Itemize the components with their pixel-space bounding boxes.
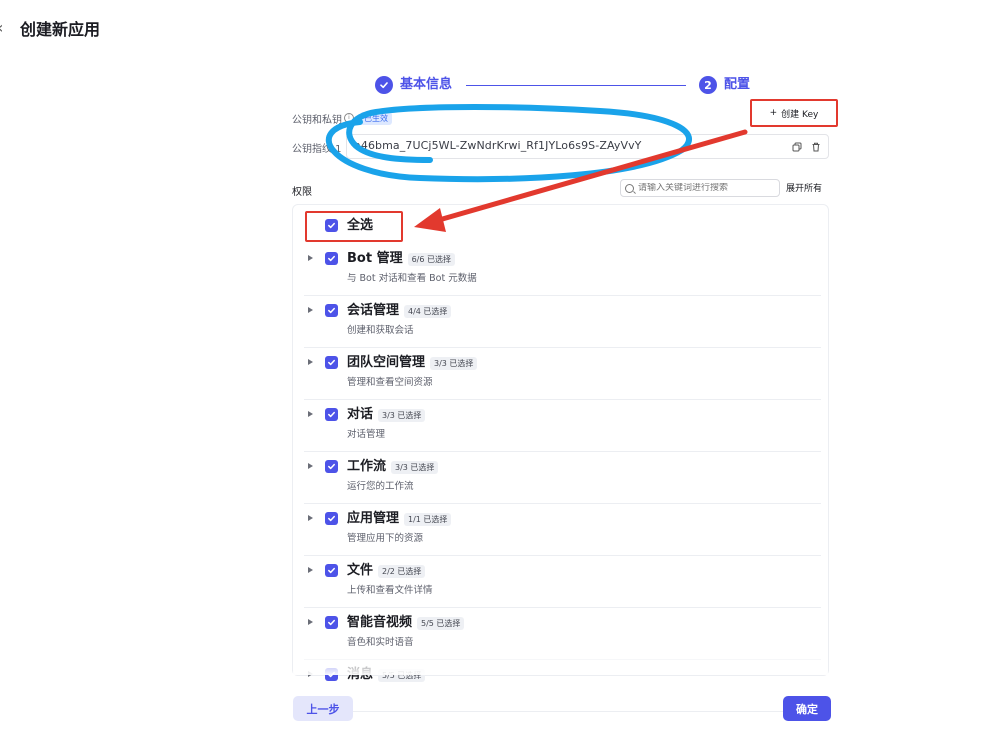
back-icon[interactable]: ‹ <box>0 18 3 38</box>
permission-row[interactable]: 会话管理 4/4 已选择创建和获取会话 <box>292 300 829 352</box>
permission-desc: 运行您的工作流 <box>347 481 414 492</box>
permission-count-badge: 4/4 已选择 <box>404 304 452 318</box>
expand-caret-icon[interactable] <box>308 619 313 625</box>
row-divider <box>304 451 821 452</box>
fingerprint-label: 公钥指纹 1 <box>292 144 342 155</box>
create-key-button[interactable]: + 创建 Key <box>750 99 838 127</box>
permission-count-badge: 3/3 已选择 <box>391 460 439 474</box>
permission-name: 应用管理 <box>347 511 400 526</box>
permission-title: 团队空间管理 3/3 已选择 <box>347 354 478 372</box>
permission-name: Bot 管理 <box>347 251 403 266</box>
permission-name: 文件 <box>347 563 374 578</box>
permission-name: 工作流 <box>347 459 387 474</box>
row-divider <box>304 711 821 712</box>
permission-name: 团队空间管理 <box>347 355 426 370</box>
expand-caret-icon[interactable] <box>308 567 313 573</box>
delete-icon[interactable] <box>810 141 822 153</box>
expand-caret-icon[interactable] <box>308 411 313 417</box>
expand-caret-icon[interactable] <box>308 463 313 469</box>
permission-title: 对话 3/3 已选择 <box>347 406 426 424</box>
permission-desc: 管理应用下的资源 <box>347 533 424 544</box>
step-done-check-icon <box>375 76 393 94</box>
search-input[interactable] <box>638 183 768 193</box>
permission-desc: 管理和查看空间资源 <box>347 377 433 388</box>
expand-caret-icon[interactable] <box>308 255 313 261</box>
expand-all-button[interactable]: 展开所有 <box>786 181 822 194</box>
permission-row[interactable]: 应用管理 1/1 已选择管理应用下的资源 <box>292 508 829 560</box>
permission-row[interactable]: Bot 管理 6/6 已选择与 Bot 对话和查看 Bot 元数据 <box>292 248 829 300</box>
info-icon[interactable]: i <box>344 113 354 123</box>
step-number-badge: 2 <box>699 76 717 94</box>
permission-checkbox[interactable] <box>325 356 338 369</box>
row-divider <box>304 555 821 556</box>
permission-checkbox[interactable] <box>325 460 338 473</box>
scroll-fade <box>293 652 828 675</box>
copy-icon[interactable] <box>791 141 803 153</box>
permission-title: 工作流 3/3 已选择 <box>347 458 439 476</box>
page-title: 创建新应用 <box>20 20 101 39</box>
annotation-select-all-box <box>305 211 403 242</box>
permission-checkbox[interactable] <box>325 616 338 629</box>
permission-title: 智能音视频 5/5 已选择 <box>347 614 465 632</box>
row-divider <box>304 607 821 608</box>
permission-desc: 音色和实时语音 <box>347 637 414 648</box>
prev-step-button[interactable]: 上一步 <box>293 696 353 721</box>
permission-count-badge: 6/6 已选择 <box>407 252 456 266</box>
confirm-button[interactable]: 确定 <box>783 696 831 721</box>
step-connector <box>466 85 686 86</box>
create-key-label: 创建 Key <box>781 109 819 120</box>
permission-row[interactable]: 工作流 3/3 已选择运行您的工作流 <box>292 456 829 508</box>
permission-count-badge: 3/3 已选择 <box>430 356 478 370</box>
permission-desc: 创建和获取会话 <box>347 325 414 336</box>
permission-row[interactable]: 团队空间管理 3/3 已选择管理和查看空间资源 <box>292 352 829 404</box>
row-divider <box>304 503 821 504</box>
step-basic-info-label: 基本信息 <box>400 77 453 92</box>
expand-caret-icon[interactable] <box>308 359 313 365</box>
plus-icon: + <box>769 108 778 118</box>
search-icon <box>625 183 634 193</box>
row-divider <box>304 295 821 296</box>
step-config-label: 配置 <box>724 77 751 92</box>
permission-name: 会话管理 <box>347 303 400 318</box>
expand-caret-icon[interactable] <box>308 307 313 313</box>
permission-desc: 与 Bot 对话和查看 Bot 元数据 <box>347 273 477 284</box>
permission-row[interactable]: 对话 3/3 已选择对话管理 <box>292 404 829 456</box>
permission-name: 智能音视频 <box>347 615 413 630</box>
permission-title: 文件 2/2 已选择 <box>347 562 426 580</box>
permission-checkbox[interactable] <box>325 564 338 577</box>
permission-desc: 上传和查看文件详情 <box>347 585 433 596</box>
permission-row[interactable]: 文件 2/2 已选择上传和查看文件详情 <box>292 560 829 612</box>
permission-checkbox[interactable] <box>325 408 338 421</box>
status-tag: 已生效 <box>360 112 392 125</box>
permission-count-badge: 5/5 已选择 <box>417 616 465 630</box>
permission-checkbox[interactable] <box>325 304 338 317</box>
row-divider <box>304 399 821 400</box>
keys-section-label: 公钥和私钥 <box>292 115 342 126</box>
permission-count-badge: 2/2 已选择 <box>378 564 426 578</box>
permission-title: Bot 管理 6/6 已选择 <box>347 250 456 268</box>
permission-count-badge: 3/3 已选择 <box>378 408 426 422</box>
permissions-label: 权限 <box>292 187 312 198</box>
permission-name: 对话 <box>347 407 374 422</box>
permission-count-badge: 1/1 已选择 <box>404 512 452 526</box>
permission-title: 应用管理 1/1 已选择 <box>347 510 452 528</box>
row-divider <box>304 347 821 348</box>
expand-caret-icon[interactable] <box>308 515 313 521</box>
permission-desc: 对话管理 <box>347 429 386 440</box>
search-box[interactable] <box>620 179 780 197</box>
permission-checkbox[interactable] <box>325 252 338 265</box>
permission-checkbox[interactable] <box>325 512 338 525</box>
permission-title: 会话管理 4/4 已选择 <box>347 302 452 320</box>
fingerprint-value: a46bma_7UCj5WL-ZwNdrKrwi_Rf1JYLo6s9S-ZAy… <box>354 139 642 152</box>
